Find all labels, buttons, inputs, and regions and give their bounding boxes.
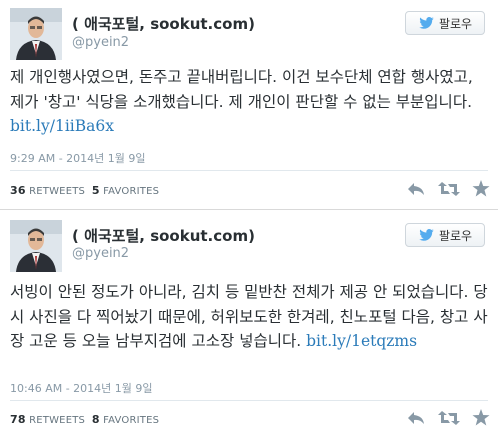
favorites-label[interactable]: FAVORITES — [103, 415, 159, 426]
retweets-count[interactable]: 36 — [10, 184, 26, 197]
retweet-icon[interactable] — [438, 410, 460, 426]
divider — [10, 400, 488, 401]
tweet-stats: 78 RETWEETS 8 FAVORITES — [10, 413, 159, 426]
tweet-text: 제 개인행사였으면, 돈주고 끝내버립니다. 이건 보수단체 연합 행사였고, … — [10, 65, 488, 139]
user-display-name[interactable]: ( 애국포털, sookut.com) — [72, 13, 255, 34]
reply-icon[interactable] — [406, 410, 426, 426]
reply-icon[interactable] — [406, 181, 426, 197]
avatar[interactable] — [10, 220, 62, 272]
user-display-name[interactable]: ( 애국포털, sookut.com) — [72, 225, 255, 246]
tweet-stats: 36 RETWEETS 5 FAVORITES — [10, 184, 159, 197]
follow-button[interactable]: 팔로우 — [405, 223, 485, 247]
follow-button[interactable]: 팔로우 — [405, 11, 485, 35]
follow-label: 팔로우 — [438, 228, 473, 243]
retweet-icon[interactable] — [438, 181, 460, 197]
tweet-text: 서빙이 안된 정도가 아니라, 김치 등 밑반찬 전체가 제공 안 되었습니다.… — [10, 280, 488, 354]
user-handle[interactable]: @pyein2 — [72, 35, 129, 50]
tweet-timestamp[interactable]: 9:29 AM - 2014년 1월 9일 — [10, 150, 146, 166]
follow-label: 팔로우 — [438, 16, 473, 31]
retweets-label[interactable]: RETWEETS — [29, 186, 85, 197]
divider — [10, 170, 488, 171]
tweet-link[interactable]: bit.ly/1iiBa6x — [10, 117, 114, 135]
tweet-timestamp[interactable]: 10:46 AM - 2014년 1월 9일 — [10, 380, 153, 396]
retweets-label[interactable]: RETWEETS — [29, 415, 85, 426]
favorites-count[interactable]: 8 — [92, 413, 100, 426]
retweets-count[interactable]: 78 — [10, 413, 26, 426]
tweet-link[interactable]: bit.ly/1etqzms — [306, 332, 417, 350]
tweet-body: 제 개인행사였으면, 돈주고 끝내버립니다. 이건 보수단체 연합 행사였고, … — [10, 68, 473, 111]
favorites-label[interactable]: FAVORITES — [103, 186, 159, 197]
user-handle[interactable]: @pyein2 — [72, 246, 129, 261]
star-icon[interactable] — [472, 409, 490, 426]
tweet-card: ( 애국포털, sookut.com) @pyein2 팔로우 서빙이 안된 정… — [0, 211, 498, 438]
avatar[interactable] — [10, 8, 62, 60]
tweet-actions — [406, 180, 490, 197]
twitter-bird-icon — [419, 17, 434, 29]
tweet-actions — [406, 409, 490, 426]
favorites-count[interactable]: 5 — [92, 184, 100, 197]
tweet-card: ( 애국포털, sookut.com) @pyein2 팔로우 제 개인행사였으… — [0, 0, 498, 210]
twitter-bird-icon — [419, 229, 434, 241]
star-icon[interactable] — [472, 180, 490, 197]
